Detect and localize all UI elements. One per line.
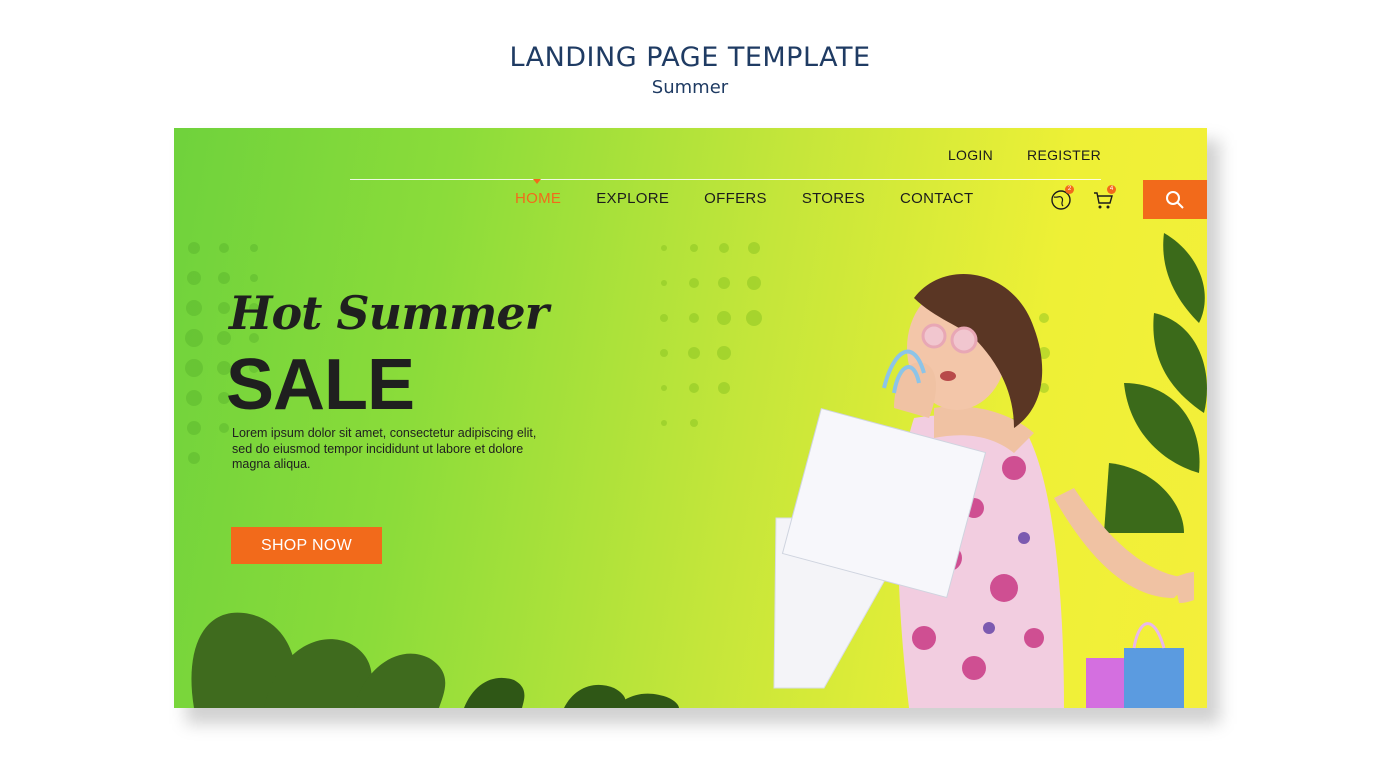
search-icon <box>1166 190 1184 209</box>
nav-item-stores[interactable]: STORES <box>802 190 865 207</box>
woman-shopping-photo <box>773 274 1194 708</box>
hero-description: Lorem ipsum dolor sit amet, consectetur … <box>232 426 537 471</box>
wishlist-badge: 2 <box>1065 185 1074 194</box>
active-nav-indicator <box>533 179 541 184</box>
nav-item-explore[interactable]: EXPLORE <box>596 190 669 207</box>
nav-item-home[interactable]: HOME <box>515 190 561 207</box>
page-heading: LANDING PAGE TEMPLATE Summer <box>0 42 1380 98</box>
page-title: LANDING PAGE TEMPLATE <box>509 42 871 73</box>
blue-bag <box>1124 648 1184 708</box>
search-button[interactable] <box>1143 180 1207 219</box>
cart-button[interactable]: 4 <box>1090 185 1116 213</box>
main-nav: HOME EXPLORE OFFERS STORES CONTACT <box>515 190 1009 207</box>
page-subtitle: Summer <box>651 77 729 98</box>
nav-item-offers[interactable]: OFFERS <box>704 190 767 207</box>
hero-script-title: Hot Summer <box>229 286 549 340</box>
pink-bag <box>1086 658 1126 708</box>
hero-headline: SALE <box>226 345 415 425</box>
register-link[interactable]: REGISTER <box>1027 147 1101 163</box>
wishlist-button[interactable]: 2 <box>1048 185 1074 213</box>
landing-mockup: LOGIN REGISTER HOME EXPLORE OFFERS STORE… <box>174 128 1207 708</box>
cart-badge: 4 <box>1107 185 1116 194</box>
nav-item-contact[interactable]: CONTACT <box>900 190 973 207</box>
shop-now-button[interactable]: SHOP NOW <box>231 527 382 564</box>
auth-links: LOGIN REGISTER <box>948 147 1101 163</box>
login-link[interactable]: LOGIN <box>948 147 993 163</box>
top-divider <box>350 179 1101 180</box>
